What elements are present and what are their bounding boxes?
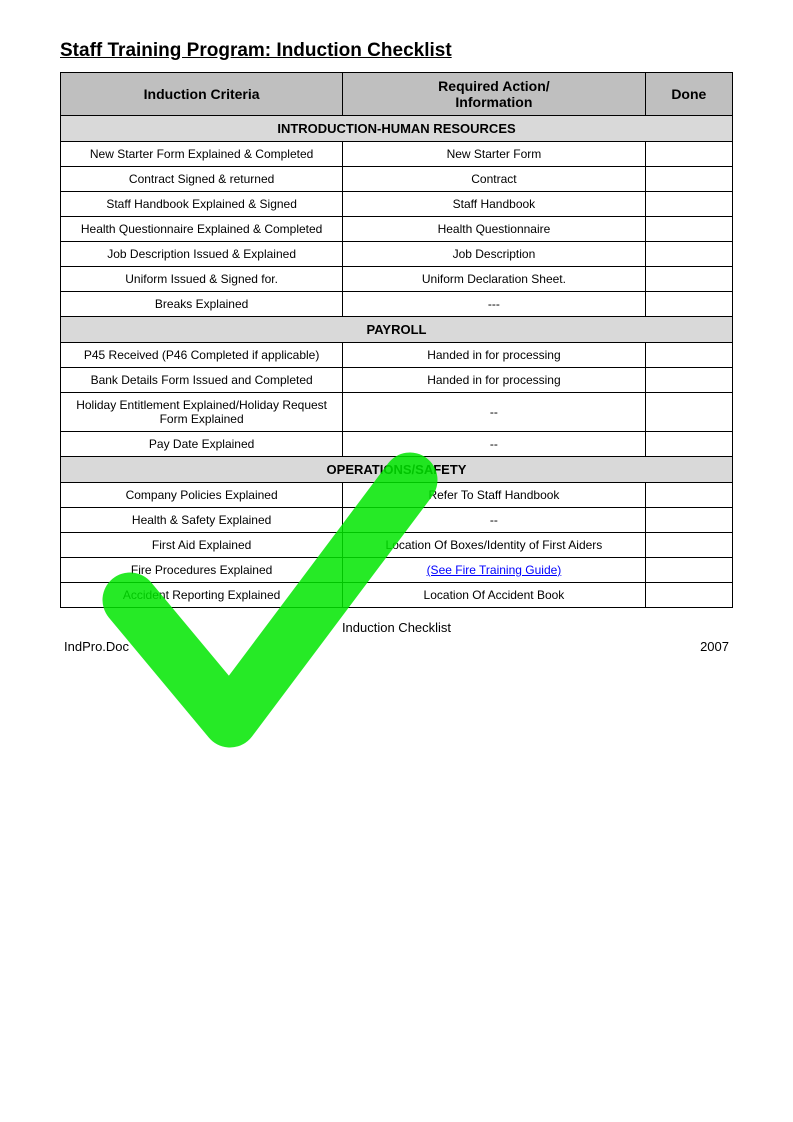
action-cell: Uniform Declaration Sheet. [343,267,645,292]
action-cell: Handed in for processing [343,368,645,393]
done-cell [645,583,732,608]
action-cell: Handed in for processing [343,343,645,368]
table-row: Staff Handbook Explained & SignedStaff H… [61,192,733,217]
section-label: INTRODUCTION-HUMAN RESOURCES [61,116,733,142]
criteria-cell: New Starter Form Explained & Completed [61,142,343,167]
done-cell [645,508,732,533]
done-cell [645,167,732,192]
section-header-row: PAYROLL [61,317,733,343]
done-cell [645,142,732,167]
table-row: Pay Date Explained-- [61,432,733,457]
criteria-cell: Health & Safety Explained [61,508,343,533]
section-header-row: INTRODUCTION-HUMAN RESOURCES [61,116,733,142]
criteria-cell: Pay Date Explained [61,432,343,457]
criteria-cell: P45 Received (P46 Completed if applicabl… [61,343,343,368]
done-cell [645,432,732,457]
criteria-cell: Accident Reporting Explained [61,583,343,608]
action-cell: Job Description [343,242,645,267]
criteria-cell: Health Questionnaire Explained & Complet… [61,217,343,242]
section-header-row: OPERATIONS/SAFETY [61,457,733,483]
page: Staff Training Program: Induction Checkl… [0,0,793,1122]
done-cell [645,533,732,558]
section-label: PAYROLL [61,317,733,343]
action-cell: -- [343,432,645,457]
section-label: OPERATIONS/SAFETY [61,457,733,483]
criteria-cell: Uniform Issued & Signed for. [61,267,343,292]
table-row: First Aid ExplainedLocation Of Boxes/Ide… [61,533,733,558]
criteria-cell: First Aid Explained [61,533,343,558]
done-cell [645,483,732,508]
page-title: Staff Training Program: Induction Checkl… [60,40,733,62]
action-cell: --- [343,292,645,317]
action-cell: (See Fire Training Guide) [343,558,645,583]
action-cell: Staff Handbook [343,192,645,217]
action-cell: Contract [343,167,645,192]
table-row: Accident Reporting ExplainedLocation Of … [61,583,733,608]
criteria-cell: Holiday Entitlement Explained/Holiday Re… [61,393,343,432]
action-cell: Location Of Boxes/Identity of First Aide… [343,533,645,558]
action-cell: Refer To Staff Handbook [343,483,645,508]
done-cell [645,292,732,317]
done-cell [645,393,732,432]
table-row: Holiday Entitlement Explained/Holiday Re… [61,393,733,432]
table-row: P45 Received (P46 Completed if applicabl… [61,343,733,368]
footer-right: 2007 [700,639,729,654]
table-row: Breaks Explained--- [61,292,733,317]
col-header-action: Required Action/Information [343,73,645,116]
action-cell: New Starter Form [343,142,645,167]
done-cell [645,267,732,292]
footer-center: Induction Checklist [60,620,733,635]
col-header-criteria: Induction Criteria [61,73,343,116]
criteria-cell: Fire Procedures Explained [61,558,343,583]
criteria-cell: Breaks Explained [61,292,343,317]
action-cell: -- [343,508,645,533]
criteria-cell: Company Policies Explained [61,483,343,508]
footer-left: IndPro.Doc [64,639,129,654]
table-row: Bank Details Form Issued and CompletedHa… [61,368,733,393]
done-cell [645,217,732,242]
action-cell: Location Of Accident Book [343,583,645,608]
done-cell [645,242,732,267]
done-cell [645,368,732,393]
criteria-cell: Job Description Issued & Explained [61,242,343,267]
criteria-cell: Staff Handbook Explained & Signed [61,192,343,217]
footer-bottom: IndPro.Doc 2007 [60,639,733,654]
criteria-cell: Contract Signed & returned [61,167,343,192]
done-cell [645,558,732,583]
table-row: Contract Signed & returnedContract [61,167,733,192]
table-row: Company Policies ExplainedRefer To Staff… [61,483,733,508]
induction-table: Induction Criteria Required Action/Infor… [60,72,733,608]
table-row: Health Questionnaire Explained & Complet… [61,217,733,242]
table-row: Fire Procedures Explained(See Fire Train… [61,558,733,583]
table-row: Health & Safety Explained-- [61,508,733,533]
action-cell: -- [343,393,645,432]
done-cell [645,343,732,368]
action-cell: Health Questionnaire [343,217,645,242]
table-row: Uniform Issued & Signed for.Uniform Decl… [61,267,733,292]
table-row: Job Description Issued & ExplainedJob De… [61,242,733,267]
criteria-cell: Bank Details Form Issued and Completed [61,368,343,393]
done-cell [645,192,732,217]
col-header-done: Done [645,73,732,116]
table-row: New Starter Form Explained & CompletedNe… [61,142,733,167]
